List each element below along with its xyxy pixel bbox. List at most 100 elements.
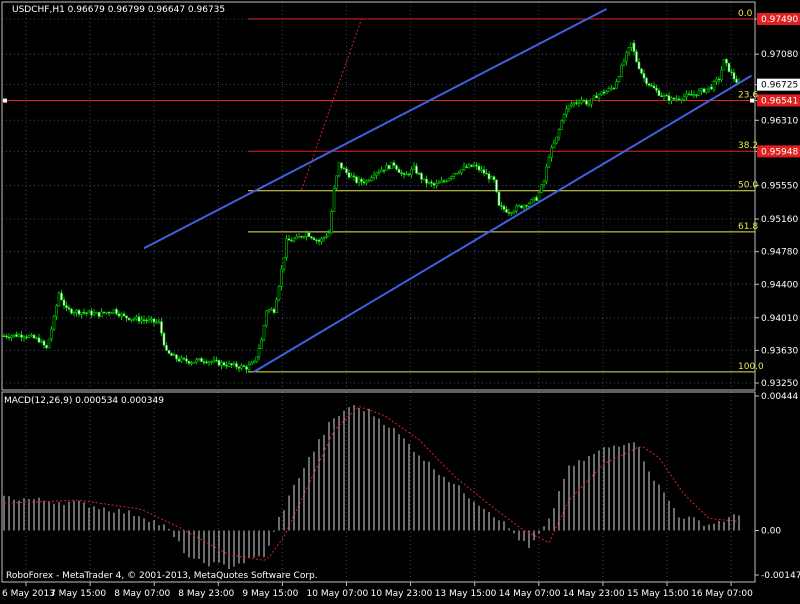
time-tick-label: 8 May 23:00 (178, 589, 234, 599)
candle-body (342, 167, 346, 170)
candle-body (227, 363, 231, 367)
candle-body (262, 324, 266, 340)
candle-body (362, 181, 366, 184)
candle-body (75, 309, 78, 313)
candle-body (472, 164, 476, 167)
candle-body (162, 332, 166, 346)
macd-tick-label: 0.00 (761, 526, 781, 536)
candle-body (440, 180, 443, 183)
candle-body (47, 338, 51, 349)
candle-body (292, 238, 296, 242)
candle-body (7, 336, 11, 339)
candle-body (175, 354, 178, 360)
candle-body (597, 94, 601, 99)
candle-body (125, 315, 128, 319)
price-tick-label: 0.93250 (761, 379, 798, 389)
candle-body (85, 312, 88, 314)
candle-body (57, 292, 61, 307)
candle-body (100, 311, 103, 317)
candle-body (307, 232, 311, 237)
candle-body (505, 209, 508, 213)
fibo-anchor-marker[interactable] (3, 98, 7, 103)
candle-body (335, 175, 338, 189)
candle-body (315, 239, 318, 242)
candle-body (165, 344, 168, 351)
candle-body (415, 165, 418, 174)
candle-body (395, 165, 398, 170)
candle-body (707, 86, 711, 90)
price-tick-label: 0.95550 (761, 182, 798, 192)
candle-body (725, 58, 728, 64)
price-tick-label: 0.97080 (761, 50, 798, 60)
time-tick-label: 13 May 15:00 (435, 589, 497, 599)
candle-body (595, 95, 598, 99)
macd-tick-label: 0.00444 (761, 392, 798, 402)
candle-body (295, 236, 298, 240)
candle-body (282, 257, 286, 270)
candle-body (215, 359, 218, 362)
candle-body (512, 210, 516, 214)
candle-body (690, 93, 693, 96)
candle-body (667, 95, 671, 101)
candle-body (402, 173, 406, 175)
candle-body (575, 102, 578, 104)
candle-body (310, 236, 313, 239)
candle-body (347, 172, 351, 178)
candle-body (567, 105, 571, 109)
candle-body (97, 311, 101, 317)
candle-body (197, 358, 201, 360)
candle-body (137, 316, 141, 322)
candle-body (712, 81, 716, 90)
candle-body (50, 328, 53, 340)
candle-body (265, 310, 268, 326)
macd-tick-label: -0.00147 (761, 571, 800, 581)
candle-body (260, 339, 263, 349)
candle-body (515, 205, 518, 212)
candle-body (380, 169, 383, 173)
candle-body (325, 235, 328, 238)
candle-body (355, 176, 358, 183)
candle-body (212, 359, 216, 362)
candle-body (427, 181, 431, 184)
price-tick-label: 0.95948 (761, 147, 798, 157)
candle-body (252, 360, 256, 364)
candle-body (495, 179, 498, 193)
candle-body (670, 97, 673, 101)
candle-body (167, 350, 171, 354)
candle-body (290, 240, 293, 242)
candle-body (42, 340, 46, 346)
candle-body (90, 310, 93, 316)
candle-body (542, 180, 546, 186)
price-panel-frame (1, 1, 756, 391)
candle-body (180, 357, 183, 362)
candle-body (680, 99, 683, 101)
candle-body (410, 168, 413, 175)
candle-body (447, 177, 451, 182)
candle-body (247, 364, 251, 370)
channel-upper-line[interactable] (143, 8, 607, 250)
candle-body (487, 173, 491, 180)
candle-body (350, 175, 353, 178)
candle-body (732, 72, 736, 80)
candle-body (432, 183, 436, 186)
candle-body (367, 180, 371, 182)
candle-body (360, 178, 363, 182)
candle-body (235, 363, 238, 368)
candle-body (685, 93, 688, 98)
candle-body (730, 71, 733, 73)
candle-body (420, 172, 423, 180)
candle-body (622, 60, 626, 66)
candle-body (425, 178, 428, 184)
candle-body (477, 165, 481, 171)
candle-body (600, 91, 603, 95)
candle-body (500, 205, 503, 207)
candle-body (557, 129, 561, 138)
candle-body (457, 172, 461, 174)
fibo-trend-line[interactable] (301, 18, 362, 191)
candle-body (245, 366, 248, 370)
candle-body (5, 335, 8, 338)
candle-body (370, 177, 373, 181)
chart-canvas[interactable]: 0.97490 0.97080 0.96725 0.96541 0.96310 0.959… (0, 0, 800, 600)
candle-body (65, 305, 68, 308)
candle-body (232, 363, 236, 366)
